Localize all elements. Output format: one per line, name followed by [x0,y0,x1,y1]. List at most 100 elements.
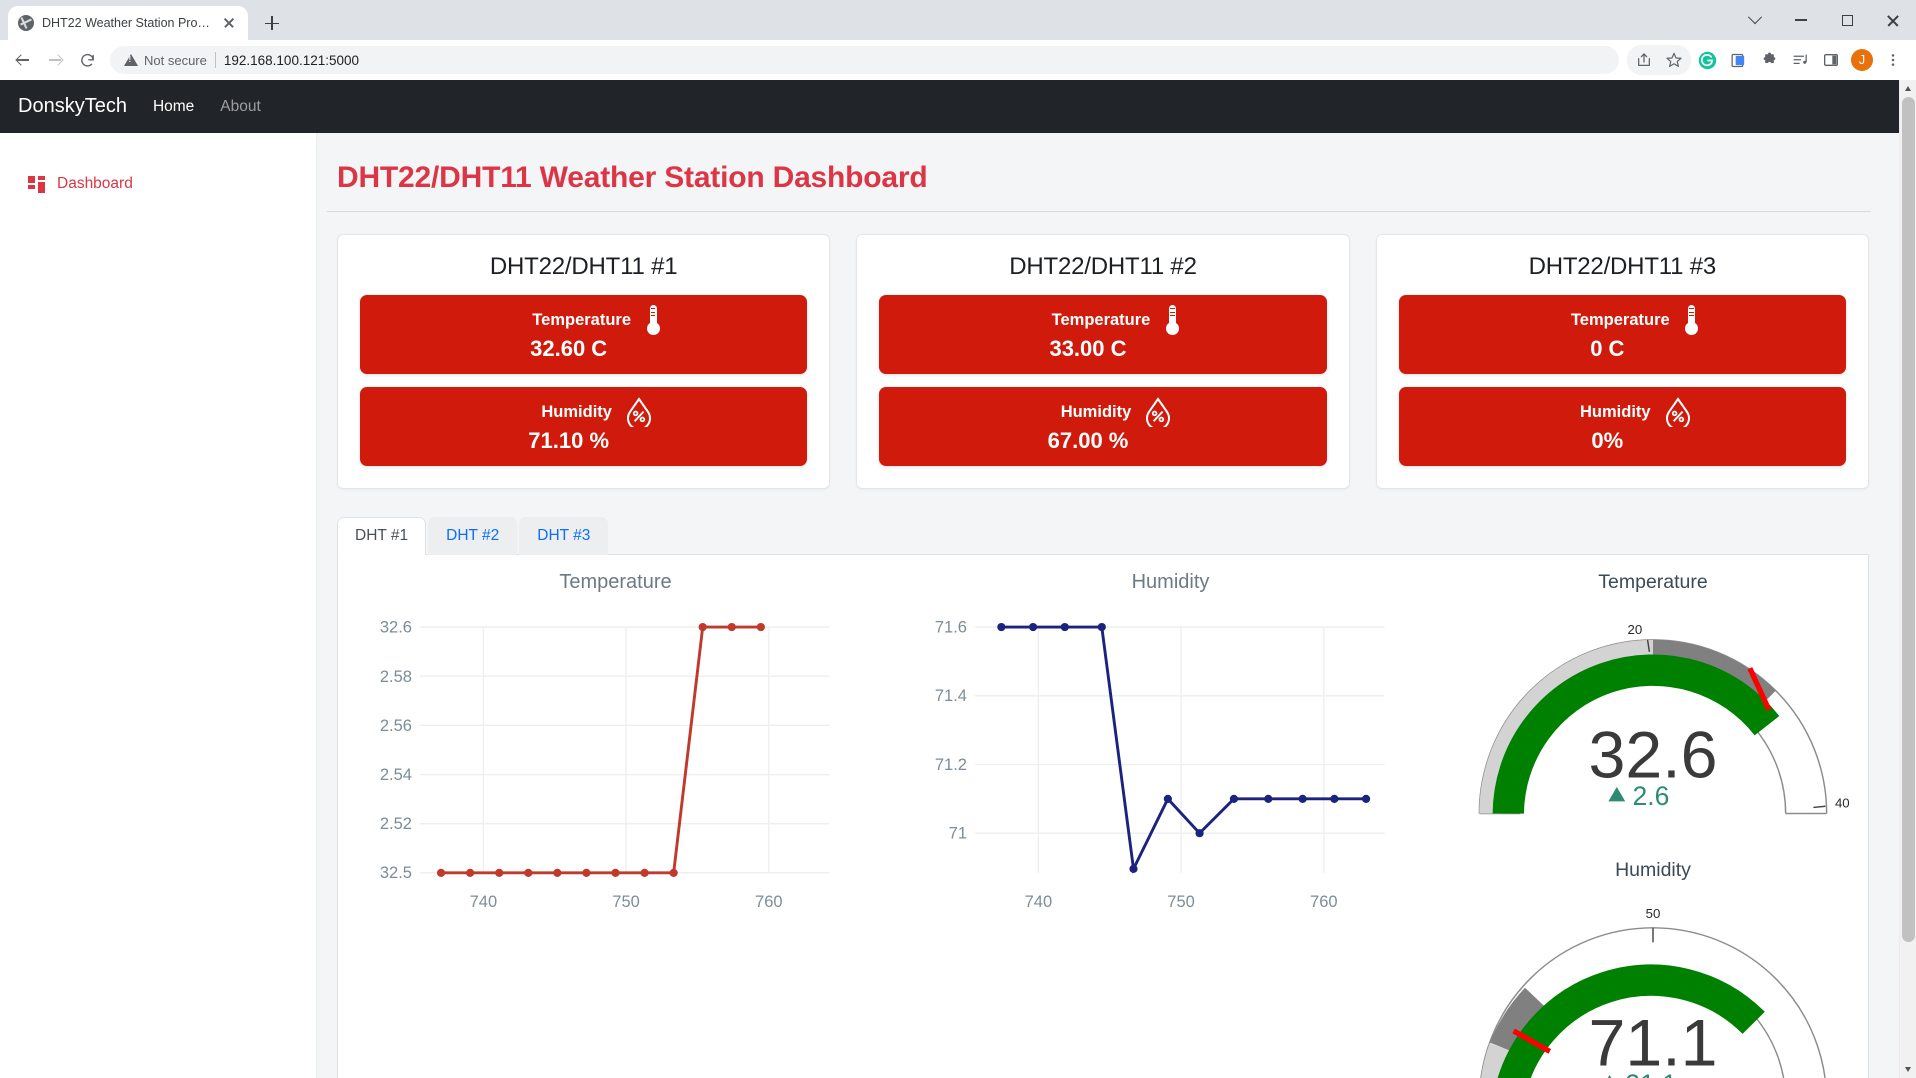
page-viewport: DonskyTech Home About Dashboard DHT22/DH… [0,80,1916,1078]
browser-tab[interactable]: DHT22 Weather Station Project [8,6,248,40]
svg-text:2.54: 2.54 [380,766,412,784]
humidity-value: 67.00 % [1047,428,1129,453]
sensor-card-1: DHT22/DHT11 #1 Temperature 32.60 C Humid… [337,234,831,489]
gauge-tick-label: 40 [1835,795,1850,810]
security-status[interactable]: Not secure [124,53,207,68]
avatar-initial: J [1851,49,1873,71]
sidebar: Dashboard [0,133,317,1078]
temperature-value: 33.00 C [1049,336,1127,361]
side-panel-icon[interactable] [1816,45,1846,75]
temperature-metric: Temperature 32.60 C [360,295,808,374]
scrollbar-down-arrow-icon[interactable] [1900,1061,1916,1078]
address-bar[interactable]: Not secure 192.168.100.121:5000 [110,46,1619,74]
humidity-value: 0% [1591,428,1624,453]
gauge-title: Temperature [1598,571,1708,593]
humidity-line-chart[interactable]: Humidity 71.6 71.4 71.2 71 740 750 760 [893,571,1448,1078]
main-content: DHT22/DHT11 Weather Station Dashboard DH… [317,133,1899,1078]
thermometer-icon [645,305,661,335]
chart-title: Temperature [559,571,672,593]
humidity-metric: Humidity [1398,387,1846,466]
temperature-metric: Temperature 33.00 C [879,295,1327,374]
gauge-title: Humidity [1615,859,1691,882]
grid-icon [28,175,45,193]
browser-toolbar: Not secure 192.168.100.121:5000 [0,40,1916,80]
maximize-icon[interactable] [1824,0,1870,40]
humidity-gauge[interactable]: Humidity 50 71.1 [1448,859,1858,1078]
gauge-tick-label: 50 [1646,906,1661,921]
minimize-icon[interactable] [1778,0,1824,40]
star-icon[interactable] [1659,45,1689,75]
gauge-delta: 21.1 [1625,1069,1677,1078]
media-list-icon[interactable] [1785,45,1815,75]
svg-text:71: 71 [949,824,967,842]
humidity-drop-icon [626,397,652,431]
new-tab-icon[interactable] [258,9,286,37]
tab-search-chevron-icon[interactable] [1732,0,1778,40]
scrollbar-up-arrow-icon[interactable] [1900,80,1916,97]
humidity-metric: Humidity [360,387,808,466]
tab-dht-3[interactable]: DHT #3 [519,517,609,555]
temperature-line-chart[interactable]: Temperature 32.6 2.58 2.56 2.54 2.52 32.… [338,571,893,1078]
temperature-chart-svg: 32.6 2.58 2.56 2.54 2.52 32.5 740 750 76… [380,618,830,911]
reading-list-icon[interactable] [1723,45,1753,75]
share-icon[interactable] [1629,45,1659,75]
window-controls [1732,0,1916,40]
temperature-gauge-svg: 20 40 32.6 2.6 [1478,622,1850,815]
puzzle-icon[interactable] [1754,45,1784,75]
site-brand[interactable]: DonskyTech [18,95,127,118]
thermometer-icon [1164,305,1180,335]
svg-text:740: 740 [1025,893,1053,911]
page-scrollbar[interactable] [1899,80,1916,1078]
humidity-label: Humidity [1060,402,1132,421]
close-tab-icon[interactable] [220,14,238,32]
humidity-label: Humidity [1580,402,1651,421]
temperature-gauge[interactable]: Temperature 20 40 32.6 2.6 [1448,571,1858,835]
forward-arrow-icon[interactable] [40,45,70,75]
url-text: 192.168.100.121:5000 [223,52,360,68]
humidity-drop-icon [1665,397,1691,431]
back-arrow-icon[interactable] [8,45,38,75]
browser-window: DHT22 Weather Station Project Not secure… [0,0,1916,1078]
sensor-card-3: DHT22/DHT11 #3 Temperature 0 C Humidity … [1375,234,1869,489]
svg-text:2.58: 2.58 [380,668,412,686]
svg-text:32.5: 32.5 [380,864,412,882]
temperature-label: Temperature [532,310,632,329]
thermometer-icon [1684,305,1700,335]
svg-text:32.6: 32.6 [380,618,412,636]
grammarly-icon[interactable] [1692,45,1722,75]
sidebar-item-label: Dashboard [57,175,133,192]
tab-dht-2[interactable]: DHT #2 [428,517,518,555]
toolbar-actions: J [1627,45,1908,75]
svg-text:2.56: 2.56 [380,717,412,735]
svg-text:750: 750 [1167,893,1195,911]
three-dot-menu-icon[interactable] [1878,45,1908,75]
web-page: DonskyTech Home About Dashboard DHT22/DH… [0,80,1899,1078]
avatar[interactable]: J [1847,45,1877,75]
reload-icon[interactable] [72,45,102,75]
sidebar-item-dashboard[interactable]: Dashboard [0,169,316,199]
close-icon[interactable] [1870,0,1916,40]
page-title: DHT22/DHT11 Weather Station Dashboard [327,133,1871,212]
tab-dht-1[interactable]: DHT #1 [337,517,427,555]
tab-panel-dht-1: Temperature 32.6 2.58 2.56 2.54 2.52 32.… [337,555,1869,1078]
card-title: DHT22/DHT11 #2 [1009,253,1197,280]
temperature-metric: Temperature 0 C [1398,295,1846,374]
humidity-drop-icon [1145,397,1171,431]
nav-link-about[interactable]: About [220,98,261,116]
scrollbar-thumb[interactable] [1902,97,1915,942]
browser-tab-title: DHT22 Weather Station Project [42,16,212,30]
svg-text:740: 740 [470,893,498,911]
nav-link-home[interactable]: Home [153,98,194,116]
humidity-gauge-svg: 50 71.1 21.1 [1480,906,1826,1078]
svg-text:760: 760 [755,893,783,911]
humidity-metric: Humidity [879,387,1327,466]
page-body: Dashboard DHT22/DHT11 Weather Station Da… [0,133,1899,1078]
svg-text:71.6: 71.6 [935,618,967,636]
temperature-label: Temperature [1051,310,1151,329]
line-charts-column: Temperature 32.6 2.58 2.56 2.54 2.52 32.… [338,571,1448,1078]
favicon-icon [18,15,34,31]
tab-list: DHT #1 DHT #2 DHT #3 [337,517,1869,555]
gauge-delta: 2.6 [1633,781,1670,811]
tabs-section: DHT #1 DHT #2 DHT #3 Temperature 32.6 2.… [327,489,1871,1078]
not-secure-warning-icon [124,54,138,66]
